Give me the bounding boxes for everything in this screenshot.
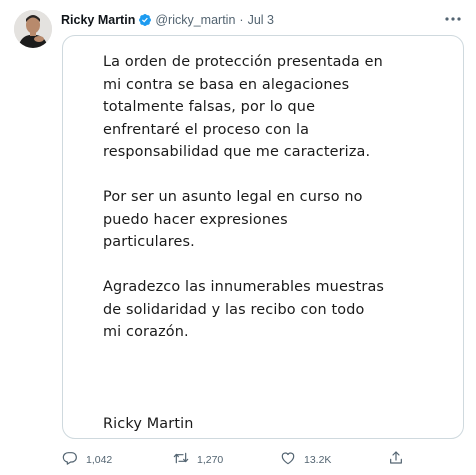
more-options-icon[interactable] [444,12,462,26]
avatar[interactable] [14,10,52,48]
tweet-image[interactable]: La orden de protección presentada en mi … [62,35,464,439]
statement-signature: Ricky Martin [103,416,194,432]
statement-paragraph-3: Agradezco las innumerables muestras de s… [103,279,385,340]
author-handle[interactable]: @ricky_martin [155,13,235,27]
statement-paragraph-2: Por ser un asunto legal en curso no pued… [103,189,363,250]
tweet-date[interactable]: Jul 3 [248,13,274,27]
share-button[interactable] [388,450,404,471]
like-button[interactable]: 13.2K [280,451,331,469]
reply-button[interactable]: 1,042 [62,451,112,469]
tweet-header: Ricky Martin @ricky_martin · Jul 3 [61,11,274,29]
reply-count: 1,042 [86,454,113,466]
author-name[interactable]: Ricky Martin [61,13,135,27]
heart-icon [280,450,296,471]
tweet: Ricky Martin @ricky_martin · Jul 3 La or… [0,0,476,475]
avatar-photo [14,10,52,48]
retweet-icon [173,450,189,471]
retweet-count: 1,270 [197,454,224,466]
reply-icon [62,450,78,471]
retweet-button[interactable]: 1,270 [173,451,223,469]
tweet-actions: 1,042 1,270 13.2K [62,450,422,471]
share-icon [388,450,404,471]
separator-dot: · [239,13,244,27]
like-count: 13.2K [304,454,332,466]
statement-paragraph-1: La orden de protección presentada en mi … [103,54,383,160]
verified-badge-icon [138,13,152,27]
